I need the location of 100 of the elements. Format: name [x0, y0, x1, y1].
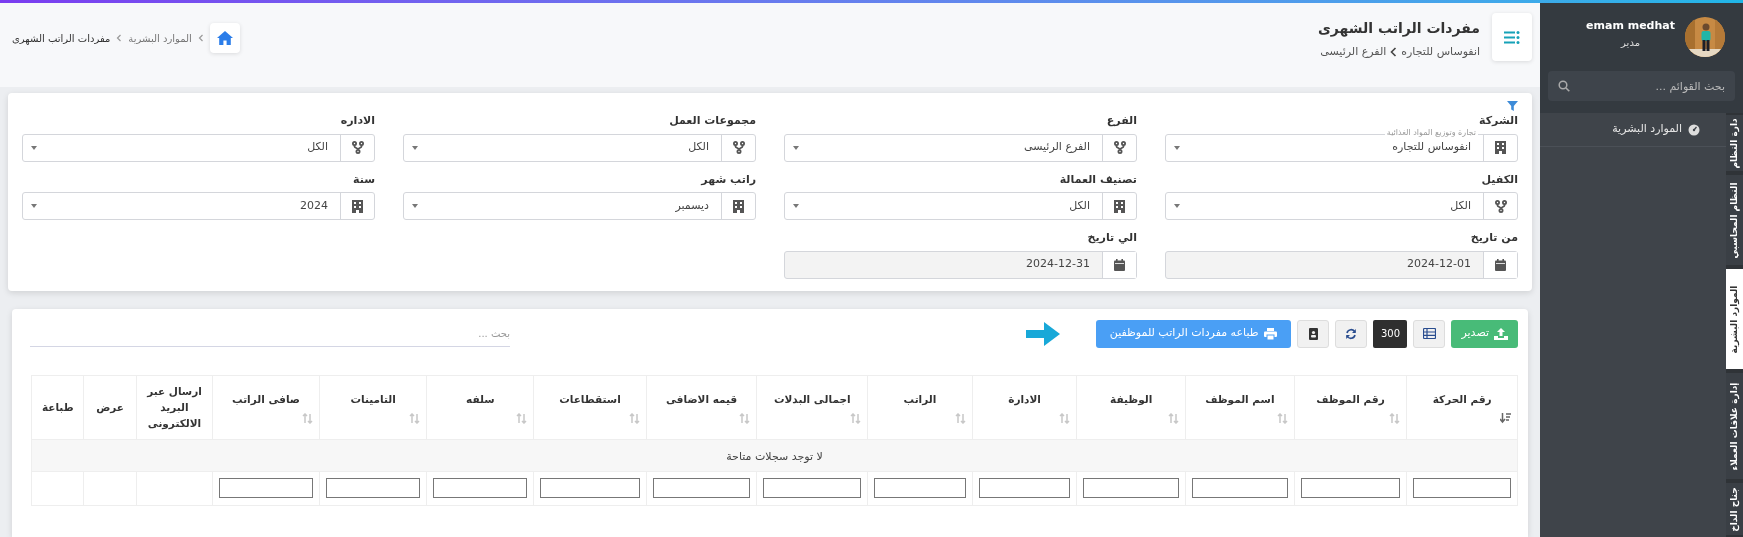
branch-icon — [351, 141, 364, 154]
column-header[interactable]: التامينات — [319, 375, 427, 439]
arrow-icon — [1025, 321, 1060, 346]
column-filter-field[interactable] — [652, 478, 751, 498]
column-header[interactable]: الراتب — [867, 375, 973, 439]
column-header[interactable]: سلفه — [427, 375, 534, 439]
column-header[interactable]: قيمه الاضافى — [646, 375, 757, 439]
sidebar-tab[interactable]: الموارد البشرية — [1726, 269, 1743, 369]
chevron-icon — [197, 34, 204, 42]
caret-icon — [31, 145, 37, 150]
menu-search-field[interactable]: بحث القوائم ... — [1548, 71, 1735, 101]
branch-icon — [1494, 199, 1507, 213]
user-name: emam medhat — [1586, 18, 1675, 34]
column-header[interactable]: اجمالى البدلات — [756, 375, 868, 439]
empty-message: لا توجد سجلات متاحة — [726, 450, 823, 463]
user-role: مدير — [1621, 35, 1640, 50]
page-title: مفردات الراتب الشهرى — [1318, 19, 1480, 39]
caret-icon — [1174, 145, 1180, 150]
path-item: الفرع الرئيسى — [1320, 44, 1387, 60]
select-field[interactable]: الكل — [22, 133, 375, 162]
select-field[interactable]: الكل — [1165, 192, 1518, 220]
list-icon — [1504, 30, 1520, 44]
column-header: طباعة — [31, 375, 84, 439]
field-label: الكفيل — [1480, 171, 1518, 188]
caret-icon — [793, 145, 799, 150]
search-icon — [1558, 80, 1570, 92]
column-header[interactable]: اسم الموظف — [1185, 375, 1295, 439]
column-header: ارسال عبر البريد الالكترونى — [136, 375, 213, 439]
select-field[interactable]: الفرع الرئيسى — [784, 133, 1137, 162]
refresh-button[interactable] — [1335, 319, 1368, 348]
select-field[interactable]: الكل — [403, 133, 756, 162]
branch-icon — [732, 141, 745, 154]
field-hint: تجارة وتوزيع المواد الغذائية — [1384, 127, 1478, 139]
caret-icon — [412, 145, 418, 150]
field-label: الاداره — [339, 113, 375, 129]
caret-icon — [31, 204, 37, 208]
branch-icon — [1113, 141, 1126, 154]
column-filter-field[interactable] — [874, 478, 966, 498]
menu-item[interactable]: الموارد البشرية — [1540, 113, 1726, 147]
column-header[interactable]: الوظيفة — [1076, 375, 1186, 439]
page-size-button[interactable]: 300 — [1373, 319, 1408, 348]
building-icon — [352, 199, 363, 213]
field-label: سنة — [352, 171, 375, 188]
home-button[interactable] — [209, 23, 240, 53]
path-item: انفوساس للتجاره — [1401, 44, 1480, 60]
field-label: راتب شهر — [699, 171, 756, 188]
caret-icon — [793, 204, 799, 208]
filter-icon — [1507, 101, 1518, 111]
column-filter-field[interactable] — [978, 478, 1071, 498]
date-field[interactable]: 2024-12-01 — [1165, 250, 1518, 279]
calendar-icon — [1495, 258, 1506, 271]
building-icon — [1495, 141, 1506, 154]
building-icon — [1114, 199, 1125, 213]
id-card-icon — [1309, 327, 1318, 340]
chevron-icon — [1390, 47, 1398, 58]
field-label: من تاريخ — [1469, 230, 1518, 246]
calendar-icon — [1114, 258, 1125, 271]
caret-icon — [1174, 204, 1180, 208]
contact-button[interactable] — [1297, 319, 1330, 348]
column-header[interactable]: استقطاعات — [533, 375, 647, 439]
refresh-icon — [1345, 327, 1358, 340]
field-label: الي تاريخ — [1086, 230, 1137, 246]
column-filter-field[interactable] — [1192, 478, 1288, 498]
sidebar-tab[interactable]: النظام المحاسبي — [1726, 175, 1743, 265]
column-header[interactable]: رقم الحركة — [1406, 375, 1518, 439]
field-label: تصنيف العمالة — [1058, 171, 1137, 188]
column-header[interactable]: الادارة — [972, 375, 1077, 439]
sidebar-tab[interactable]: إدارة علاقات العملاء — [1726, 373, 1743, 479]
sidebar-tab[interactable]: دارة النظام — [1726, 115, 1743, 171]
column-header[interactable]: رقم الموظف — [1294, 375, 1407, 439]
select-field[interactable]: الكل — [784, 192, 1137, 220]
column-filter-field[interactable] — [763, 478, 862, 498]
select-field[interactable]: ديسمبر — [403, 192, 756, 220]
date-field[interactable]: 2024-12-31 — [784, 250, 1137, 279]
home-icon — [216, 31, 233, 45]
sidebar-tab[interactable]: جناح الداخ — [1726, 483, 1743, 535]
chevron-icon — [116, 34, 123, 42]
field-label: الشركة — [1478, 113, 1518, 129]
column-filter-field[interactable] — [1083, 478, 1179, 498]
column-header[interactable]: صافى الراتب — [212, 375, 320, 439]
printer-icon — [1264, 327, 1278, 340]
upload-icon — [1494, 327, 1508, 340]
select-field[interactable]: 2024 — [22, 192, 375, 220]
column-filter-field[interactable] — [540, 478, 640, 498]
table-icon — [1423, 328, 1436, 339]
breadcrumb-link[interactable]: مفردات الراتب الشهرى — [12, 30, 111, 46]
breadcrumb-link[interactable]: الموارد البشرية — [128, 30, 192, 46]
column-header: عرض — [83, 375, 137, 439]
column-filter-field[interactable] — [1413, 478, 1511, 498]
columns-button[interactable] — [1413, 319, 1446, 348]
field-label: مجموعات العمل — [668, 113, 756, 129]
column-filter-field[interactable] — [433, 478, 528, 498]
column-filter-field[interactable] — [219, 478, 313, 498]
column-filter-field[interactable] — [1300, 478, 1401, 498]
caret-icon — [412, 204, 418, 208]
menu-button[interactable] — [1492, 13, 1532, 61]
gauge-icon — [1688, 123, 1700, 136]
building-icon — [733, 199, 744, 213]
search-field[interactable]: بحث ... — [30, 320, 510, 347]
column-filter-field[interactable] — [325, 478, 421, 498]
